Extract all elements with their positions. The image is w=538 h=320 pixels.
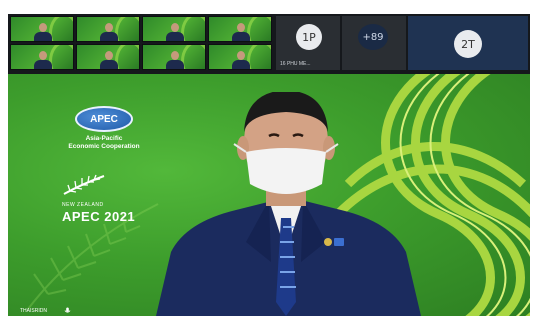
apec-emblem: APEC [75,106,133,132]
participant-tile-avatar[interactable]: 1P 16 PHU ME... [276,16,340,70]
speaker-name-caption: THAISRIDN [20,308,47,314]
speaker-video [156,92,421,316]
video-conference-window: 1P 16 PHU ME... +89 2T APEC Asia-Pacific… [8,14,530,316]
participant-tile[interactable] [142,16,206,42]
participant-tile[interactable] [76,16,140,42]
participant-strip: 1P 16 PHU ME... +89 2T [8,14,530,74]
participant-video [165,51,185,69]
participant-video [165,23,185,41]
participant-tile[interactable] [142,44,206,70]
participant-tile[interactable] [208,16,272,42]
microphone-icon [64,307,71,313]
participant-tile[interactable] [10,16,74,42]
participant-name: 16 PHU ME... [280,61,311,67]
participant-tile[interactable] [208,44,272,70]
avatar: 1P [296,24,322,50]
avatar: 2T [454,30,482,58]
participant-video [33,23,53,41]
participant-tile[interactable] [10,44,74,70]
active-speaker-view[interactable]: APEC Asia-Pacific Economic Cooperation N… [8,74,530,316]
participant-video [33,51,53,69]
participant-tile[interactable] [76,44,140,70]
participant-video [99,23,119,41]
participant-tile-avatar[interactable]: 2T [408,16,528,70]
more-participants-tile[interactable]: +89 [342,16,406,70]
more-participants-count: +89 [358,24,388,50]
silver-fern-icon [63,174,105,195]
participant-video [99,51,119,69]
participant-video [231,23,251,41]
participant-video [231,51,251,69]
